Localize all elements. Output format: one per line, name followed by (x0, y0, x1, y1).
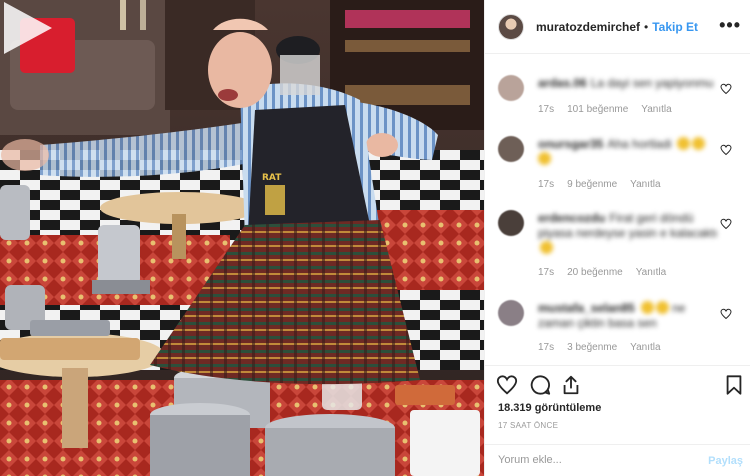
comment-time[interactable]: 17s (538, 179, 554, 190)
comment-like-heart-icon[interactable] (720, 308, 732, 320)
reply-button[interactable]: Yanıtla (630, 342, 660, 353)
comment-likes[interactable]: 3 beğenme (567, 342, 617, 353)
play-icon[interactable] (0, 0, 54, 56)
comment-likes[interactable]: 20 beğenme (567, 267, 623, 278)
video-player[interactable]: RAT (0, 0, 484, 476)
comment-icon[interactable] (529, 374, 551, 396)
reply-button[interactable]: Yanıtla (630, 179, 660, 190)
emoji-icon (540, 241, 553, 254)
comment-like-heart-icon[interactable] (720, 218, 732, 230)
video-frame: RAT (0, 0, 484, 476)
comment-meta: 17s 9 beğenme Yanıtla (538, 179, 674, 190)
heart-icon[interactable] (496, 374, 518, 396)
comment-likes[interactable]: 101 beğenme (567, 104, 628, 115)
post-comment-button[interactable]: Paylaş (708, 455, 743, 467)
comment-username[interactable]: erdencozdu (538, 211, 605, 225)
post-timestamp[interactable]: 17 SAAT ÖNCE (498, 421, 558, 430)
username-link[interactable]: muratozdemirchef (536, 20, 640, 34)
post-panel: muratozdemirchef • Takip Et ••• ardas.06… (484, 0, 750, 476)
emoji-icon (538, 152, 551, 165)
comment-avatar[interactable] (498, 136, 524, 162)
comment-time[interactable]: 17s (538, 104, 554, 115)
comment-text: La dayi sen yapiyonmu (590, 76, 714, 90)
bookmark-icon[interactable] (723, 374, 745, 396)
add-comment-section: Paylaş (485, 444, 750, 476)
more-options-icon[interactable]: ••• (719, 15, 741, 36)
comment-likes[interactable]: 9 beğenme (567, 179, 617, 190)
comment-input[interactable] (498, 454, 698, 466)
comment-meta: 17s 3 beğenme Yanıtla (538, 342, 674, 353)
share-icon[interactable] (560, 374, 582, 396)
comment-like-heart-icon[interactable] (720, 83, 732, 95)
comments-list[interactable]: ardas.06 La dayi sen yapiyonmu 17s 101 beğ… (485, 55, 750, 365)
reply-button[interactable]: Yanıtla (641, 104, 671, 115)
follow-button[interactable]: Takip Et (652, 20, 698, 34)
comment-username[interactable]: onursgar35 (538, 137, 603, 151)
apron-text: RAT (262, 173, 282, 183)
emoji-icon (655, 301, 669, 314)
emoji-icon (640, 301, 654, 314)
post-header: muratozdemirchef • Takip Et ••• (485, 0, 750, 54)
comment-time[interactable]: 17s (538, 342, 554, 353)
comment-avatar[interactable] (498, 75, 524, 101)
comment-text: Aha hortladi (607, 137, 672, 151)
separator-dot: • (644, 19, 649, 34)
comment-time[interactable]: 17s (538, 267, 554, 278)
comment-avatar[interactable] (498, 210, 524, 236)
comment-avatar[interactable] (498, 300, 524, 326)
comment-meta: 17s 20 beğenme Yanıtla (538, 267, 679, 278)
avatar[interactable] (498, 13, 524, 40)
emoji-icon (691, 137, 705, 150)
view-count[interactable]: 18.319 görüntüleme (498, 402, 601, 414)
emoji-icon (676, 137, 690, 150)
comment-meta: 17s 101 beğenme Yanıtla (538, 104, 685, 115)
comment-username[interactable]: ardas.06 (538, 76, 587, 90)
comment-username[interactable]: mustafa_selan85 (538, 301, 635, 315)
reply-button[interactable]: Yanıtla (636, 267, 666, 278)
comment-like-heart-icon[interactable] (720, 144, 732, 156)
